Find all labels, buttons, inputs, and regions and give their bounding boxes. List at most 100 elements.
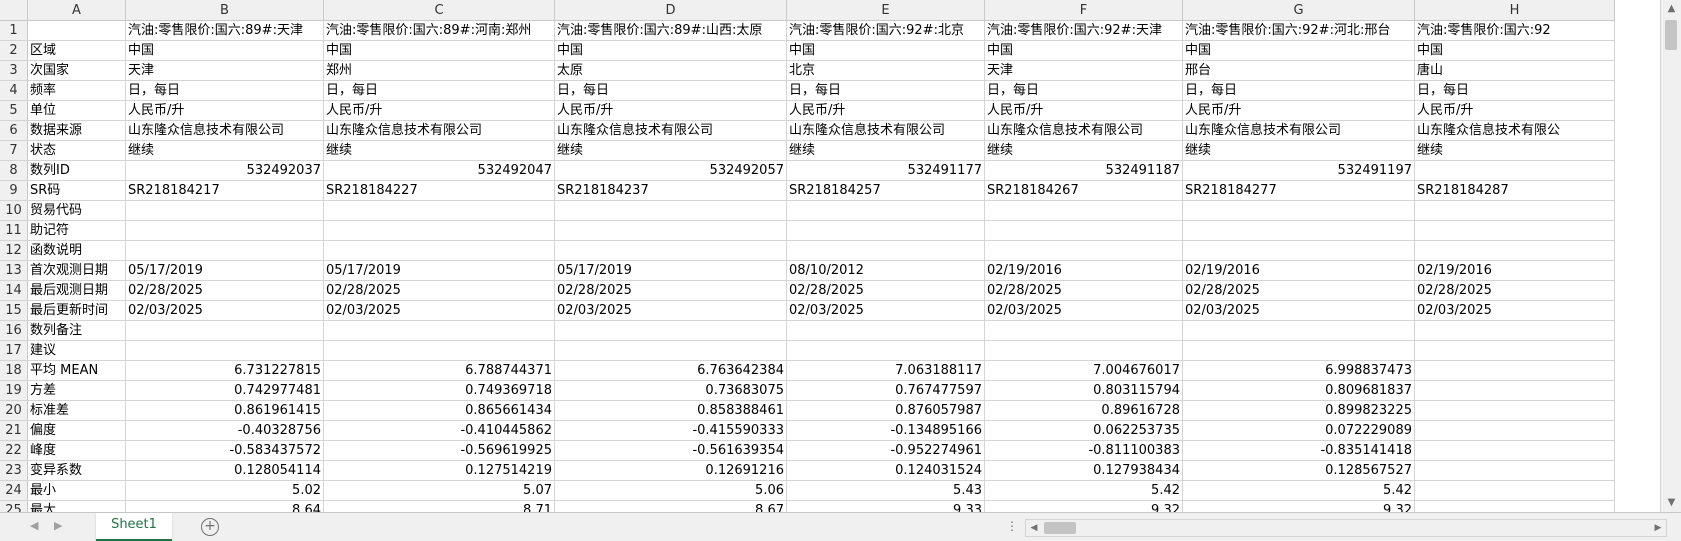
cell-c7[interactable]: 继续	[323, 140, 555, 161]
cell-e1[interactable]: 汽油:零售限价:国六:92#:北京	[786, 20, 985, 41]
cell-a15[interactable]: 最后更新时间	[27, 300, 126, 321]
cell-d11[interactable]	[554, 220, 787, 241]
cell-f13[interactable]: 02/19/2016	[984, 260, 1183, 281]
cell-f5[interactable]: 人民币/升	[984, 100, 1183, 121]
spreadsheet-grid[interactable]: ABCDEFGH 1 汽油:零售限价:国六:89#:天津 汽油:零售限价:国六:89…	[0, 0, 1660, 512]
row-header[interactable]: 17	[0, 340, 28, 361]
cell-a4[interactable]: 频率	[27, 80, 126, 101]
cell-a3[interactable]: 次国家	[27, 60, 126, 81]
cell-d22[interactable]: -0.561639354	[554, 440, 787, 461]
row-header[interactable]: 13	[0, 260, 28, 281]
cell-a13[interactable]: 首次观测日期	[27, 260, 126, 281]
cell-d9[interactable]: SR218184237	[554, 180, 787, 201]
cell-d18[interactable]: 6.763642384	[554, 360, 787, 381]
cell-c8[interactable]: 532492047	[323, 160, 555, 181]
row-header[interactable]: 1	[0, 20, 28, 41]
column-header-f[interactable]: F	[984, 0, 1183, 21]
cell-d7[interactable]: 继续	[554, 140, 787, 161]
cell-c16[interactable]	[323, 320, 555, 341]
cell-g9[interactable]: SR218184277	[1182, 180, 1415, 201]
row-header[interactable]: 3	[0, 60, 28, 81]
cell-c18[interactable]: 6.788744371	[323, 360, 555, 381]
cell-f7[interactable]: 继续	[984, 140, 1183, 161]
select-all-corner[interactable]	[0, 0, 28, 21]
cell-e19[interactable]: 0.767477597	[786, 380, 985, 401]
vertical-scroll-thumb[interactable]	[1665, 20, 1677, 50]
next-sheet-icon[interactable]: ▶	[54, 519, 62, 532]
tab-splitter-icon[interactable]: ⋮	[1006, 519, 1018, 533]
cell-e7[interactable]: 继续	[786, 140, 985, 161]
cell-c24[interactable]: 5.07	[323, 480, 555, 501]
row-header[interactable]: 2	[0, 40, 28, 61]
scroll-right-arrow-icon[interactable]: ▶	[1650, 520, 1666, 536]
cell-g18[interactable]: 6.998837473	[1182, 360, 1415, 381]
cell-h15[interactable]: 02/03/2025	[1414, 300, 1615, 321]
cell-d14[interactable]: 02/28/2025	[554, 280, 787, 301]
cell-c6[interactable]: 山东隆众信息技术有限公司	[323, 120, 555, 141]
cell-b10[interactable]	[125, 200, 324, 221]
column-header-b[interactable]: B	[125, 0, 324, 21]
cell-h2[interactable]: 中国	[1414, 40, 1615, 61]
cell-f8[interactable]: 532491187	[984, 160, 1183, 181]
cell-b4[interactable]: 日，每日	[125, 80, 324, 101]
cell-h23[interactable]	[1414, 460, 1615, 481]
row-header[interactable]: 5	[0, 100, 28, 121]
cell-e8[interactable]: 532491177	[786, 160, 985, 181]
cell-a16[interactable]: 数列备注	[27, 320, 126, 341]
cell-e4[interactable]: 日，每日	[786, 80, 985, 101]
cell-b7[interactable]: 继续	[125, 140, 324, 161]
cell-a14[interactable]: 最后观测日期	[27, 280, 126, 301]
column-header-h[interactable]: H	[1414, 0, 1615, 21]
cell-e25[interactable]: 9.33	[786, 500, 985, 512]
cell-b15[interactable]: 02/03/2025	[125, 300, 324, 321]
row-header[interactable]: 20	[0, 400, 28, 421]
cell-c5[interactable]: 人民币/升	[323, 100, 555, 121]
cell-c11[interactable]	[323, 220, 555, 241]
cell-h22[interactable]	[1414, 440, 1615, 461]
cell-f15[interactable]: 02/03/2025	[984, 300, 1183, 321]
cell-h17[interactable]	[1414, 340, 1615, 361]
cell-b16[interactable]	[125, 320, 324, 341]
cell-h20[interactable]	[1414, 400, 1615, 421]
prev-sheet-icon[interactable]: ◀	[30, 519, 38, 532]
cell-g2[interactable]: 中国	[1182, 40, 1415, 61]
cell-e21[interactable]: -0.134895166	[786, 420, 985, 441]
cell-g6[interactable]: 山东隆众信息技术有限公司	[1182, 120, 1415, 141]
cell-f25[interactable]: 9.32	[984, 500, 1183, 512]
cell-b5[interactable]: 人民币/升	[125, 100, 324, 121]
cell-g3[interactable]: 邢台	[1182, 60, 1415, 81]
cell-c25[interactable]: 8.71	[323, 500, 555, 512]
cell-a9[interactable]: SR码	[27, 180, 126, 201]
cell-h4[interactable]: 日，每日	[1414, 80, 1615, 101]
cell-h9[interactable]: SR218184287	[1414, 180, 1615, 201]
cell-a12[interactable]: 函数说明	[27, 240, 126, 261]
cell-g14[interactable]: 02/28/2025	[1182, 280, 1415, 301]
column-header-a[interactable]: A	[27, 0, 126, 21]
row-header[interactable]: 19	[0, 380, 28, 401]
cell-c22[interactable]: -0.569619925	[323, 440, 555, 461]
cell-h18[interactable]	[1414, 360, 1615, 381]
cell-a24[interactable]: 最小	[27, 480, 126, 501]
column-header-g[interactable]: G	[1182, 0, 1415, 21]
cell-d20[interactable]: 0.858388461	[554, 400, 787, 421]
cell-e14[interactable]: 02/28/2025	[786, 280, 985, 301]
scroll-left-arrow-icon[interactable]: ◀	[1026, 520, 1042, 536]
cell-a20[interactable]: 标准差	[27, 400, 126, 421]
cell-f12[interactable]	[984, 240, 1183, 261]
cell-a21[interactable]: 偏度	[27, 420, 126, 441]
sheet-tab-sheet1[interactable]: Sheet1	[96, 513, 172, 541]
cell-c19[interactable]: 0.749369718	[323, 380, 555, 401]
cell-g12[interactable]	[1182, 240, 1415, 261]
row-header[interactable]: 22	[0, 440, 28, 461]
cell-e9[interactable]: SR218184257	[786, 180, 985, 201]
cell-c14[interactable]: 02/28/2025	[323, 280, 555, 301]
cell-b17[interactable]	[125, 340, 324, 361]
cell-d1[interactable]: 汽油:零售限价:国六:89#:山西:太原	[554, 20, 787, 41]
cell-b8[interactable]: 532492037	[125, 160, 324, 181]
cell-f6[interactable]: 山东隆众信息技术有限公司	[984, 120, 1183, 141]
cell-c2[interactable]: 中国	[323, 40, 555, 61]
cell-e6[interactable]: 山东隆众信息技术有限公司	[786, 120, 985, 141]
cell-a7[interactable]: 状态	[27, 140, 126, 161]
cell-c23[interactable]: 0.127514219	[323, 460, 555, 481]
cell-d17[interactable]	[554, 340, 787, 361]
